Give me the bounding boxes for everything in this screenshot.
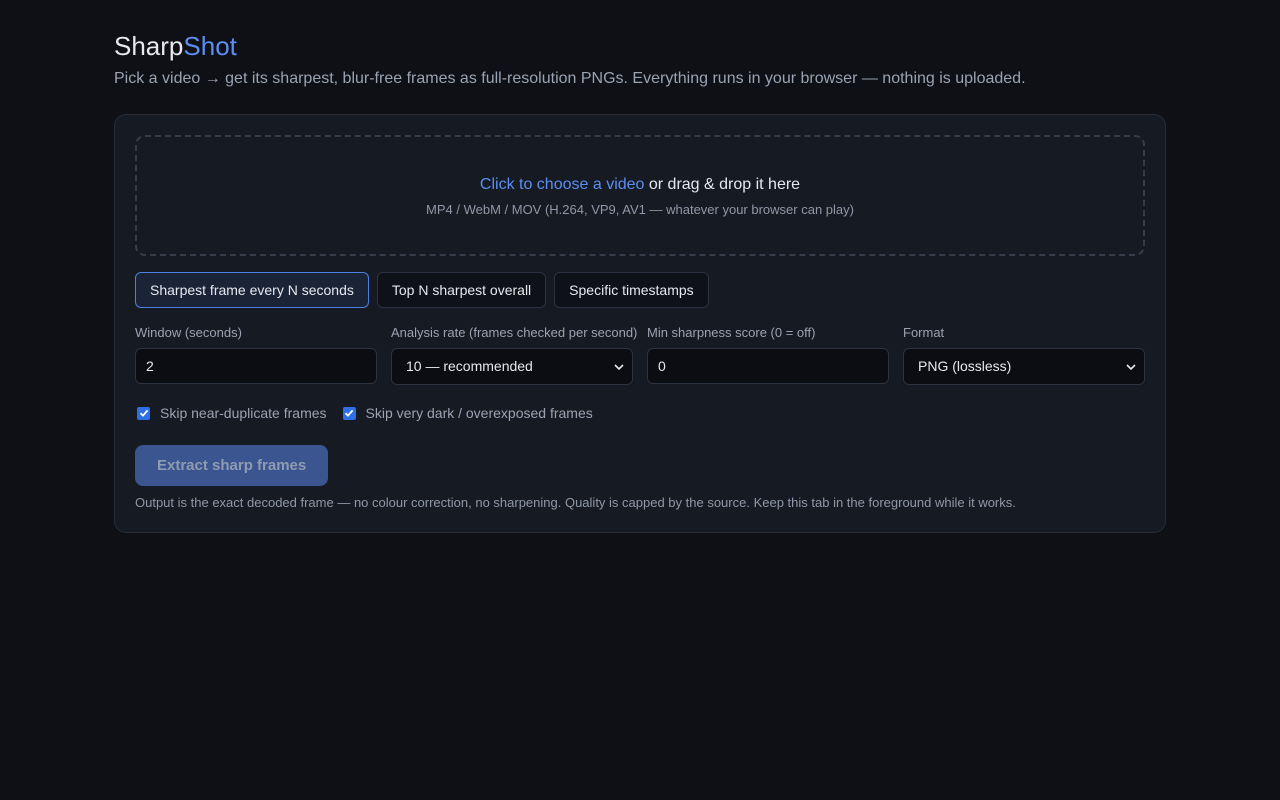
options-row: Skip near-duplicate frames Skip very dar… (137, 405, 593, 421)
check-icon (344, 409, 354, 417)
extract-button[interactable]: Extract sharp frames (135, 445, 329, 486)
format-select-value: PNG (lossless) (918, 358, 1012, 374)
min-score-input[interactable] (647, 348, 889, 384)
window-field-group: Window (seconds) (135, 325, 377, 385)
chevron-down-icon (614, 364, 624, 371)
rate-field-group: Analysis rate (frames checked per second… (391, 325, 638, 385)
output-note: Output is the exact decoded frame — no c… (135, 495, 1016, 510)
page-title: SharpShot (114, 30, 237, 62)
dropzone-formats: MP4 / WebM / MOV (H.264, VP9, AV1 — what… (426, 202, 854, 217)
min-score-label: Min sharpness score (0 = off) (647, 325, 816, 340)
rate-label: Analysis rate (frames checked per second… (391, 325, 638, 340)
settings-row: Window (seconds) Analysis rate (frames c… (135, 325, 1145, 385)
format-select[interactable]: PNG (lossless) (903, 348, 1145, 385)
min-score-field-group: Min sharpness score (0 = off) (647, 325, 889, 385)
skip-dark-label: Skip very dark / overexposed frames (365, 405, 593, 421)
tab-top-n-sharpest[interactable]: Top N sharpest overall (376, 272, 547, 308)
skip-dark-option[interactable]: Skip very dark / overexposed frames (342, 405, 593, 421)
format-field-group: Format PNG (lossless) (903, 325, 1145, 385)
dropzone-drag-text: or drag & drop it here (644, 176, 801, 193)
skip-duplicates-checkbox[interactable] (137, 406, 150, 420)
window-input[interactable] (135, 348, 377, 384)
mode-tabs: Sharpest frame every N seconds Top N sha… (135, 272, 709, 308)
skip-duplicates-option[interactable]: Skip near-duplicate frames (137, 405, 327, 421)
title-brand-part1: Sharp (114, 31, 184, 61)
tab-specific-timestamps[interactable]: Specific timestamps (554, 272, 709, 308)
chevron-down-icon (1126, 364, 1136, 371)
page-subtitle: Pick a video → get its sharpest, blur-fr… (114, 70, 1026, 87)
check-icon (139, 409, 148, 417)
format-label: Format (903, 325, 945, 340)
tab-every-n-seconds[interactable]: Sharpest frame every N seconds (135, 272, 369, 308)
dropzone-prompt: Click to choose a video or drag & drop i… (137, 175, 1143, 195)
skip-duplicates-label: Skip near-duplicate frames (160, 405, 327, 421)
rate-select-value: 10 — recommended (406, 358, 533, 374)
rate-select[interactable]: 10 — recommended (391, 348, 633, 385)
main-card: Click to choose a video or drag & drop i… (114, 114, 1166, 533)
title-brand-part2: Shot (183, 31, 237, 61)
window-label: Window (seconds) (135, 325, 242, 340)
skip-dark-checkbox[interactable] (342, 406, 356, 420)
choose-video-link[interactable]: Click to choose a video (480, 176, 645, 193)
video-dropzone[interactable]: Click to choose a video or drag & drop i… (135, 135, 1145, 256)
